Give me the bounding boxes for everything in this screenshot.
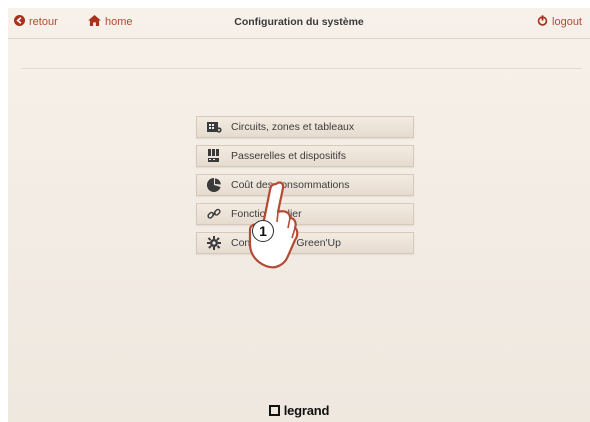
header-divider [8,38,590,39]
menu-label: Circuits, zones et tableaux [231,121,355,133]
top-bar: retour home Configuration du système log… [8,8,590,36]
logout-label: logout [552,16,582,28]
menu-item-circuits[interactable]: Circuits, zones et tableaux [196,116,414,138]
logout-button[interactable]: logout [537,15,582,29]
link-icon [197,204,231,224]
gear-icon [197,233,231,253]
pie-chart-icon [197,175,231,195]
power-icon [537,15,548,29]
circuit-board-icon [197,117,231,137]
config-menu: Circuits, zones et tableaux Passerelles … [196,116,414,261]
menu-label: Passerelles et dispositifs [231,150,346,162]
devices-icon [197,146,231,166]
menu-item-gateways[interactable]: Passerelles et dispositifs [196,145,414,167]
section-divider [22,68,582,69]
menu-item-costs[interactable]: Coût des consommations [196,174,414,196]
brand-logo-text: legrand [283,402,330,418]
step-number-badge: 1 [252,220,274,242]
menu-item-greenup[interactable]: Configuration Green'Up [196,232,414,254]
footer: legrand [8,398,590,422]
page-title: Configuration du système [234,16,364,28]
app-screen: retour home Configuration du système log… [8,8,590,422]
menu-item-link[interactable]: Fonction Relier [196,203,414,225]
legrand-logo-icon [268,404,280,416]
